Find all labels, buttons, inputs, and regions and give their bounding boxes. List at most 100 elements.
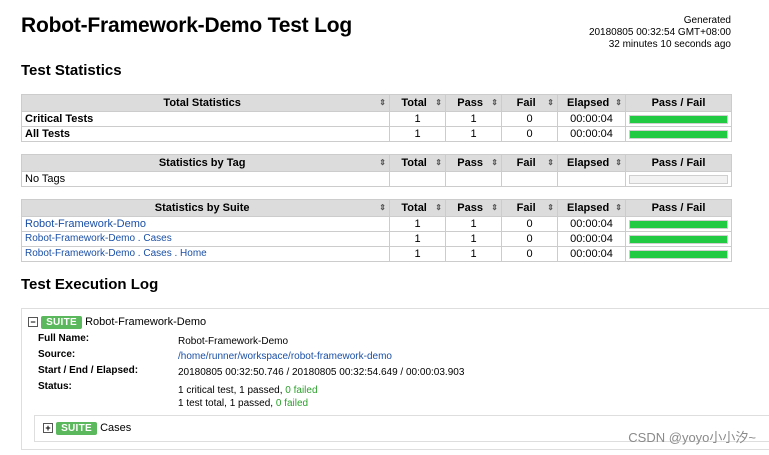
suite-link[interactable]: Robot-Framework-Demo <box>21 216 390 232</box>
suite-link[interactable]: Robot-Framework-Demo . Cases . Home <box>21 246 390 262</box>
stat-name[interactable]: Critical Tests <box>21 111 390 127</box>
stat-pass: 1 <box>445 246 502 262</box>
stat-total <box>389 171 446 187</box>
execution-log-title: Test Execution Log <box>21 276 159 293</box>
suite-statistics-table: Statistics by Suite ⇕ Total ⇕ Pass ⇕ Fail… <box>21 199 732 262</box>
stat-elapsed: 00:00:04 <box>557 231 626 247</box>
stat-elapsed <box>557 171 626 187</box>
stat-total: 1 <box>389 231 446 247</box>
sort-icon[interactable]: ⇕ <box>491 96 498 111</box>
suite-statistics-header[interactable]: Statistics by Suite ⇕ <box>21 199 390 217</box>
total-statistics-header[interactable]: Total Statistics ⇕ <box>21 94 390 112</box>
sort-icon[interactable]: ⇕ <box>435 156 442 171</box>
stat-fail: 0 <box>501 126 558 142</box>
collapse-toggle-icon[interactable]: − <box>28 317 38 327</box>
status-value: 1 critical test, 1 passed, 0 failed 1 te… <box>178 385 318 409</box>
source-link[interactable]: /home/runner/workspace/robot-framework-d… <box>178 351 392 362</box>
tag-statistics-header[interactable]: Statistics by Tag ⇕ <box>21 154 390 172</box>
sort-icon[interactable]: ⇕ <box>615 96 622 111</box>
generated-ago: 32 minutes 10 seconds ago <box>608 39 731 50</box>
sort-icon[interactable]: ⇕ <box>491 156 498 171</box>
stat-total: 1 <box>389 216 446 232</box>
pass-bar <box>630 235 727 243</box>
stat-fail: 0 <box>501 111 558 127</box>
table-row[interactable]: Robot-Framework-Demo . Cases 1 1 0 00:00… <box>21 231 732 247</box>
pass-bar <box>630 250 727 258</box>
stat-fail: 0 <box>501 246 558 262</box>
table-row[interactable]: Critical Tests 1 1 0 00:00:04 <box>21 111 732 127</box>
suite-badge: SUITE <box>56 422 98 435</box>
stat-pass: 1 <box>445 216 502 232</box>
sort-icon[interactable]: ⇕ <box>435 201 442 216</box>
suite-link[interactable]: Robot-Framework-Demo . Cases <box>21 231 390 247</box>
total-statistics-table: Total Statistics ⇕ Total ⇕ Pass ⇕ Fail ⇕ … <box>21 94 732 142</box>
pass-bar <box>630 115 727 123</box>
total-column-header[interactable]: Total ⇕ <box>389 154 446 172</box>
sort-icon[interactable]: ⇕ <box>615 201 622 216</box>
fail-column-header[interactable]: Fail ⇕ <box>501 94 558 112</box>
generated-info: Generated 20180805 00:32:54 GMT+08:00 32… <box>589 15 731 51</box>
stat-pass <box>445 171 502 187</box>
page-title: Robot-Framework-Demo Test Log <box>21 14 352 37</box>
tag-statistics-table: Statistics by Tag ⇕ Total ⇕ Pass ⇕ Fail ⇕… <box>21 154 732 187</box>
stat-elapsed: 00:00:04 <box>557 246 626 262</box>
pass-fail-column-header[interactable]: Pass / Fail <box>625 199 732 217</box>
pass-column-header[interactable]: Pass ⇕ <box>445 94 502 112</box>
pass-bar <box>630 220 727 228</box>
failed-count: 0 failed <box>275 398 309 409</box>
stat-fail: 0 <box>501 231 558 247</box>
table-row[interactable]: Robot-Framework-Demo 1 1 0 00:00:04 <box>21 216 732 232</box>
child-suite-header[interactable]: + SUITE Cases <box>43 422 131 435</box>
suite-header[interactable]: − SUITE Robot-Framework-Demo <box>28 316 206 329</box>
pass-fail-graph <box>625 246 732 262</box>
table-row[interactable]: All Tests 1 1 0 00:00:04 <box>21 126 732 142</box>
suite-name: Robot-Framework-Demo <box>85 316 207 328</box>
pass-fail-graph <box>625 171 732 187</box>
sort-icon[interactable]: ⇕ <box>379 156 386 171</box>
fail-column-header[interactable]: Fail ⇕ <box>501 199 558 217</box>
status-label: Status: <box>38 381 72 392</box>
sort-icon[interactable]: ⇕ <box>547 201 554 216</box>
stat-name: No Tags <box>21 171 390 187</box>
times-label: Start / End / Elapsed: <box>38 365 139 376</box>
total-column-header[interactable]: Total ⇕ <box>389 94 446 112</box>
pass-fail-column-header[interactable]: Pass / Fail <box>625 94 732 112</box>
stat-pass: 1 <box>445 231 502 247</box>
stat-total: 1 <box>389 246 446 262</box>
total-column-header[interactable]: Total ⇕ <box>389 199 446 217</box>
stat-pass: 1 <box>445 111 502 127</box>
table-row[interactable]: Robot-Framework-Demo . Cases . Home 1 1 … <box>21 246 732 262</box>
test-statistics-title: Test Statistics <box>21 62 122 79</box>
child-suite-name: Cases <box>100 422 132 434</box>
sort-icon[interactable]: ⇕ <box>379 96 386 111</box>
elapsed-column-header[interactable]: Elapsed ⇕ <box>557 199 626 217</box>
sort-icon[interactable]: ⇕ <box>491 201 498 216</box>
stat-fail: 0 <box>501 216 558 232</box>
expand-toggle-icon[interactable]: + <box>43 423 53 433</box>
elapsed-column-header[interactable]: Elapsed ⇕ <box>557 94 626 112</box>
source-label: Source: <box>38 349 76 360</box>
full-name-label: Full Name: <box>38 333 90 344</box>
pass-fail-graph <box>625 216 732 232</box>
full-name-value: Robot-Framework-Demo <box>178 336 289 347</box>
elapsed-column-header[interactable]: Elapsed ⇕ <box>557 154 626 172</box>
stat-name[interactable]: All Tests <box>21 126 390 142</box>
sort-icon[interactable]: ⇕ <box>547 156 554 171</box>
pass-column-header[interactable]: Pass ⇕ <box>445 199 502 217</box>
sort-icon[interactable]: ⇕ <box>435 96 442 111</box>
sort-icon[interactable]: ⇕ <box>547 96 554 111</box>
pass-bar <box>630 130 727 138</box>
stat-total: 1 <box>389 111 446 127</box>
pass-column-header[interactable]: Pass ⇕ <box>445 154 502 172</box>
stat-elapsed: 00:00:04 <box>557 216 626 232</box>
pass-fail-column-header[interactable]: Pass / Fail <box>625 154 732 172</box>
stat-elapsed: 00:00:04 <box>557 111 626 127</box>
stat-total: 1 <box>389 126 446 142</box>
pass-fail-graph <box>625 111 732 127</box>
table-row: No Tags <box>21 171 732 187</box>
watermark: CSDN @yoyo小小汐~ <box>628 430 756 445</box>
fail-column-header[interactable]: Fail ⇕ <box>501 154 558 172</box>
sort-icon[interactable]: ⇕ <box>615 156 622 171</box>
suite-badge: SUITE <box>41 316 83 329</box>
sort-icon[interactable]: ⇕ <box>379 201 386 216</box>
